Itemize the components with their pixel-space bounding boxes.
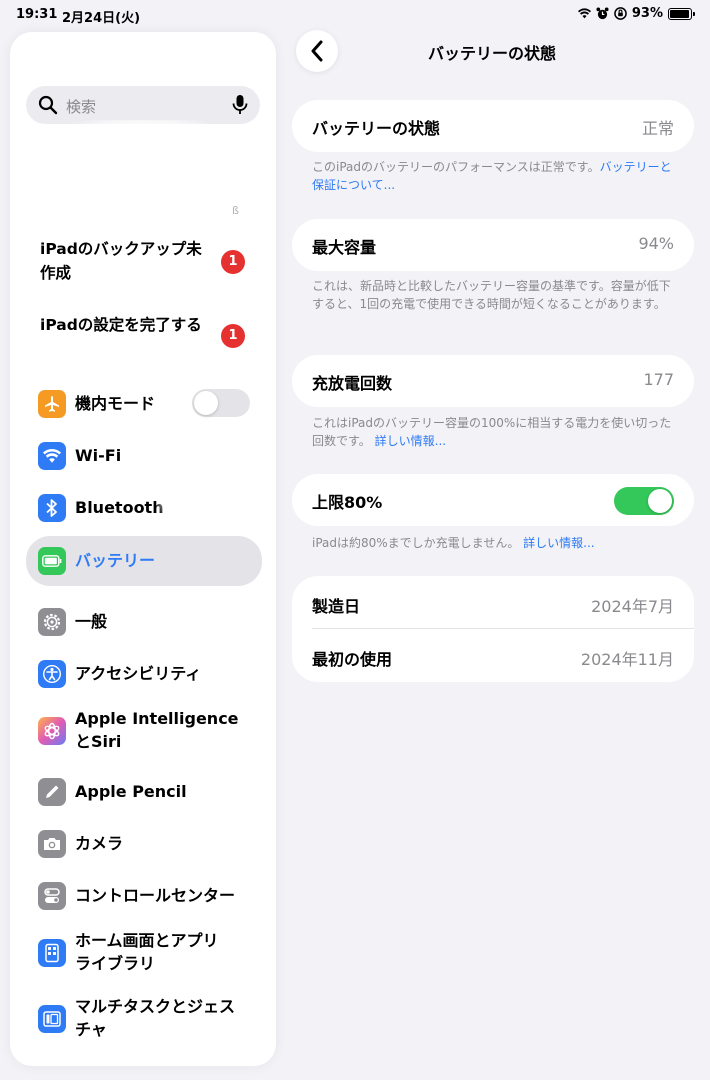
cycle-count-value: 177 (643, 370, 674, 389)
max-capacity-caption: これは、新品時と比較したバッテリー容量の基準です。容量が低下すると、1回の充電で… (312, 279, 671, 311)
home-screen-icon (38, 939, 66, 967)
backup-notice[interactable]: iPadのバックアップ未作成 (40, 237, 215, 285)
profile-area[interactable] (30, 120, 255, 230)
camera-icon (38, 830, 66, 858)
limit-learn-more-link[interactable]: 詳しい情報... (523, 536, 594, 550)
cycle-count-label: 充放電回数 (312, 374, 393, 393)
sidebar-item-label: Apple Intelligence とSiri (75, 709, 239, 751)
max-capacity-label: 最大容量 (312, 238, 377, 257)
sidebar-item-label: コントロールセンター (75, 886, 236, 905)
wifi-icon (38, 442, 66, 470)
wifi-network-value (156, 434, 276, 534)
battery-percent: 93% (631, 6, 663, 21)
multitask-icon (38, 1005, 66, 1033)
sidebar-item-label: Bluetooth (75, 498, 164, 517)
status-bar: 19:31 2月24日(火) 93% (0, 0, 710, 32)
profile-mark: ß (232, 204, 239, 217)
sidebar-item-accessibility[interactable]: アクセシビリティ (26, 650, 262, 698)
battery-health-caption: このiPadのバッテリーのパフォーマンスは正常です。バッテリーと保証について..… (312, 158, 680, 194)
battery-icon (38, 547, 66, 575)
sidebar-item-apple-pencil[interactable]: Apple Pencil (26, 768, 262, 816)
setup-notice[interactable]: iPadの設定を完了する (40, 313, 215, 337)
charge-limit-label: 上限80% (312, 493, 383, 512)
search-bar[interactable]: 検索 (26, 86, 260, 124)
status-time: 19:31 (16, 7, 58, 22)
sidebar-item-label: Apple Pencil (75, 782, 187, 801)
battery-health-value: 正常 (641, 119, 674, 138)
charge-limit-row: 上限80% (292, 474, 694, 526)
gear-icon (38, 608, 66, 636)
manufacture-date-value: 2024年7月 (591, 597, 674, 616)
battery-level-fill (670, 9, 689, 18)
battery-health-row: バッテリーの状態 正常 (292, 100, 694, 152)
sidebar-item-apple-intelligence[interactable]: Apple Intelligence とSiri (26, 702, 262, 760)
row-divider (312, 628, 694, 629)
sidebar-item-control-center[interactable]: コントロールセンター (26, 872, 262, 920)
wifi-icon (577, 8, 591, 19)
orientation-lock-icon (614, 7, 627, 20)
cycle-count-caption-text: これはiPadのバッテリー容量の100%に相当する電力を使い切った回数です。 (312, 416, 672, 448)
charge-limit-caption: iPadは約80%までしか充電しません。 詳しい情報... (312, 534, 680, 552)
sidebar-item-label: Wi-Fi (75, 446, 122, 465)
sidebar-item-multitasking[interactable]: マルチタスクとジェス チャ (26, 990, 262, 1048)
cycle-count-caption: これはiPadのバッテリー容量の100%に相当する電力を使い切った回数です。 詳… (312, 414, 680, 450)
airplane-mode-toggle[interactable] (192, 389, 250, 417)
charge-limit-toggle[interactable] (614, 487, 674, 515)
sidebar-item-label: 機内モード (75, 394, 156, 413)
pencil-icon (38, 778, 66, 806)
sidebar-item-home-screen[interactable]: ホーム画面とアプリ ライブラリ (26, 924, 262, 982)
cycle-learn-more-link[interactable]: 詳しい情報... (375, 434, 446, 448)
max-capacity-value: 94% (638, 234, 674, 253)
alarm-icon (596, 7, 609, 20)
control-center-icon (38, 882, 66, 910)
sidebar: 検索 ß iPadのバックアップ未作成 1 iPadの設定を完了する 1 機内モ… (10, 32, 276, 1066)
setup-badge: 1 (221, 324, 245, 348)
battery-icon (668, 7, 695, 20)
battery-health-label: バッテリーの状態 (312, 119, 441, 138)
first-use-label: 最初の使用 (312, 650, 393, 669)
search-input[interactable]: 検索 (66, 96, 96, 117)
siri-icon (38, 717, 66, 745)
backup-badge: 1 (221, 250, 245, 274)
sidebar-item-label: 一般 (75, 612, 108, 631)
battery-dates-group: 製造日 2024年7月 最初の使用 2024年11月 (292, 576, 694, 682)
charge-limit-caption-text: iPadは約80%までしか充電しません。 (312, 536, 520, 550)
accessibility-icon (38, 660, 66, 688)
sidebar-item-label: バッテリー (75, 551, 156, 570)
sidebar-item-label: ホーム画面とアプリ ライブラリ (75, 931, 219, 973)
toggle-knob (648, 489, 672, 513)
manufacture-date-label: 製造日 (312, 597, 361, 616)
sidebar-item-label: カメラ (75, 834, 124, 853)
search-icon (38, 95, 58, 115)
microphone-icon[interactable] (232, 94, 248, 116)
page-title: バッテリーの状態 (427, 44, 556, 63)
status-right: 93% (577, 6, 695, 21)
sidebar-item-general[interactable]: 一般 (26, 598, 262, 646)
first-use-value: 2024年11月 (580, 650, 674, 669)
sidebar-item-airplane-mode[interactable]: 機内モード (26, 380, 262, 428)
toggle-knob (194, 391, 218, 415)
battery-health-caption-text: このiPadのバッテリーのパフォーマンスは正常です。 (312, 160, 600, 174)
sidebar-item-label: アクセシビリティ (75, 664, 202, 683)
sidebar-item-label: マルチタスクとジェス チャ (75, 997, 236, 1039)
sidebar-item-battery[interactable]: バッテリー (26, 536, 262, 586)
max-capacity-row: 最大容量 94% (292, 219, 694, 271)
bluetooth-icon (38, 494, 66, 522)
status-date: 2月24日(火) (62, 11, 141, 26)
cycle-count-row: 充放電回数 177 (292, 355, 694, 407)
sidebar-item-camera[interactable]: カメラ (26, 820, 262, 868)
airplane-icon (38, 390, 66, 418)
